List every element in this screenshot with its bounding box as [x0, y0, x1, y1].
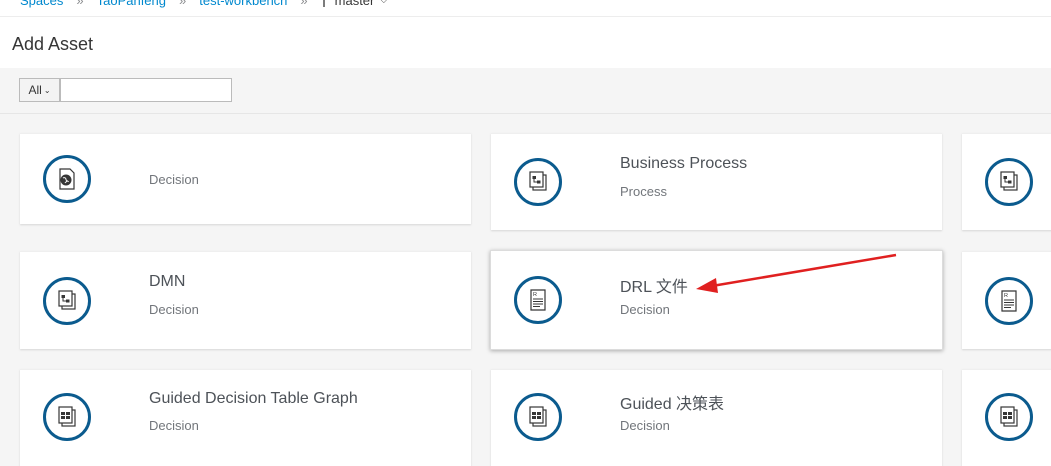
asset-card[interactable]: DMN Decision: [20, 251, 471, 349]
filter-toolbar: All ⌄: [0, 68, 1051, 114]
breadcrumb-separator: »: [76, 0, 84, 8]
rule-file-icon: [985, 276, 1033, 325]
asset-name: Business Process: [620, 155, 748, 172]
asset-name: DRL 文件: [620, 279, 688, 296]
process-diagram-icon: [43, 276, 91, 325]
asset-name: Guided 决策表: [620, 396, 725, 413]
asset-card[interactable]: [962, 369, 1051, 466]
asset-card-drl[interactable]: DRL 文件 Decision: [490, 250, 943, 350]
page-title: Add Asset: [12, 34, 94, 54]
asset-card[interactable]: [962, 133, 1051, 230]
chevron-down-icon: ⌵: [380, 0, 388, 5]
page-header: Add Asset: [0, 16, 1051, 69]
breadcrumb-separator: »: [179, 0, 187, 8]
category-filter-dropdown[interactable]: All ⌄: [19, 78, 60, 102]
decision-table-icon: [514, 393, 562, 441]
search-input[interactable]: [60, 78, 232, 102]
breadcrumb-spaces-link[interactable]: Spaces: [20, 0, 63, 8]
asset-name: Guided Decision Table Graph: [149, 390, 358, 407]
asset-category: Process: [620, 184, 667, 199]
breadcrumb-space-link[interactable]: TaoPanfeng: [97, 0, 166, 8]
asset-card[interactable]: Business Process Process: [491, 133, 942, 230]
rule-file-icon: [514, 276, 562, 324]
asset-card[interactable]: Decision: [20, 133, 471, 224]
breadcrumb-project-link[interactable]: test-workbench: [199, 0, 287, 8]
branch-selector[interactable]: master ⌵: [321, 0, 388, 8]
filter-label: All: [28, 83, 42, 97]
breadcrumb: Spaces » TaoPanfeng » test-workbench » m…: [0, 0, 1051, 16]
chevron-down-icon: ⌄: [43, 85, 51, 95]
process-diagram-icon: [985, 158, 1033, 206]
branch-icon: [322, 0, 325, 7]
asset-category: Decision: [149, 172, 199, 187]
asset-card[interactable]: [962, 251, 1051, 349]
process-diagram-icon: [514, 158, 562, 206]
branch-label: master: [334, 0, 375, 8]
asset-category: Decision: [149, 302, 199, 317]
globe-document-icon: [43, 155, 91, 203]
asset-card[interactable]: Guided 决策表 Decision: [491, 369, 942, 466]
decision-table-icon: [985, 393, 1033, 441]
asset-category: Decision: [620, 302, 670, 317]
breadcrumb-separator: »: [300, 0, 308, 8]
decision-table-icon: [43, 393, 91, 441]
asset-name: DMN: [149, 273, 186, 290]
asset-card[interactable]: Guided Decision Table Graph Decision: [20, 369, 471, 466]
asset-category: Decision: [149, 418, 199, 433]
asset-category: Decision: [620, 418, 670, 433]
